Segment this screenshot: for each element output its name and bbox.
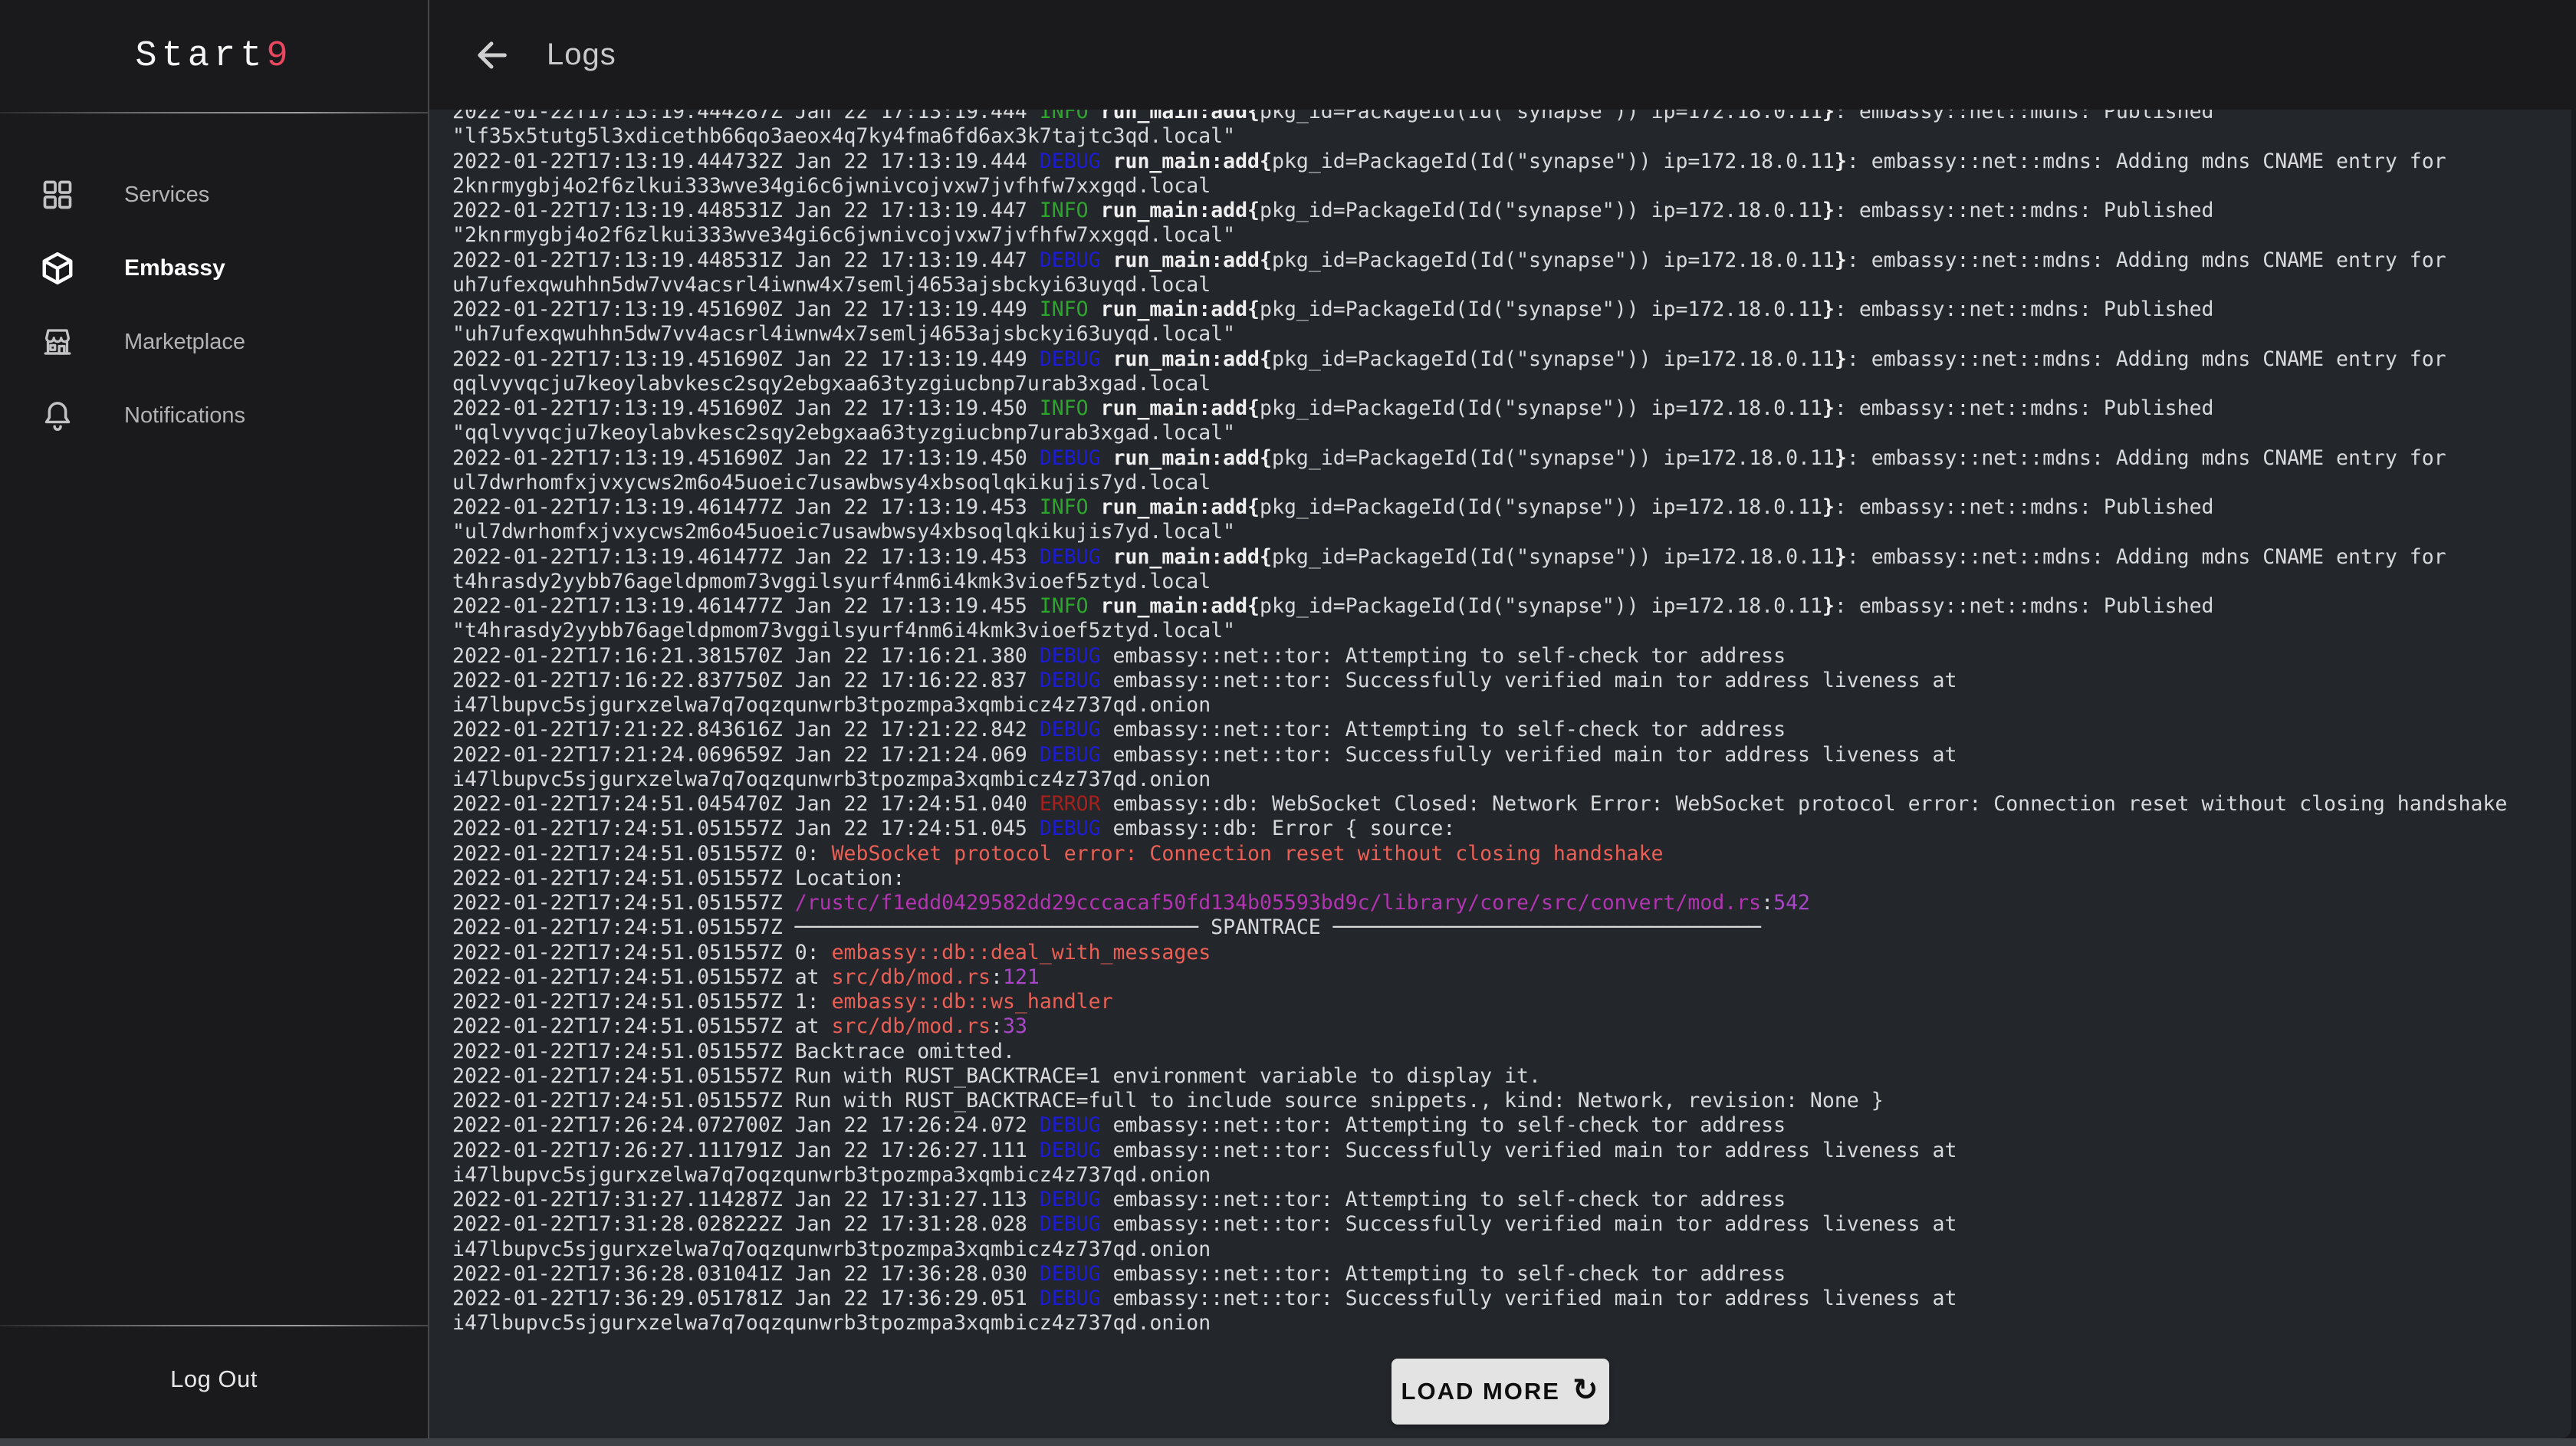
sidebar-item-label: Notifications: [124, 403, 245, 429]
main-content: Logs 2022-01-22T17:13:19.444287Z Jan 22 …: [429, 0, 2576, 1438]
log-line: 2022-01-22T17:13:19.451690Z Jan 22 17:13…: [452, 347, 2561, 372]
sidebar: Start9 Services: [0, 0, 429, 1438]
log-line: 2022-01-22T17:24:51.051557Z at src/db/mo…: [452, 965, 2561, 990]
log-line: 2022-01-22T17:24:51.051557Z Jan 22 17:24…: [452, 817, 2561, 841]
log-line: 2022-01-22T17:24:51.051557Z ────────────…: [452, 915, 2561, 940]
grid-icon: [40, 177, 75, 212]
log-line: 2022-01-22T17:24:51.051557Z Backtrace om…: [452, 1040, 2561, 1064]
log-line: 2022-01-22T17:13:19.451690Z Jan 22 17:13…: [452, 396, 2561, 421]
log-line: 2022-01-22T17:24:51.051557Z 0: embassy::…: [452, 941, 2561, 965]
refresh-icon: ↻: [1572, 1375, 1600, 1405]
brand-logo[interactable]: Start9: [0, 0, 428, 112]
sidebar-item-label: Marketplace: [124, 330, 245, 355]
load-more-button[interactable]: LOAD MORE ↻: [1392, 1359, 1609, 1425]
sidebar-item-label: Services: [124, 182, 209, 208]
log-line: 2022-01-22T17:21:22.843616Z Jan 22 17:21…: [452, 718, 2561, 742]
log-line: "uh7ufexqwuhhn5dw7vv4acsrl4iwnw4x7semlj4…: [452, 322, 2561, 347]
log-line: 2022-01-22T17:21:24.069659Z Jan 22 17:21…: [452, 743, 2561, 767]
back-button[interactable]: [472, 35, 511, 75]
log-line: "t4hrasdy2yybb76ageldpmom73vggilsyurf4nm…: [452, 619, 2561, 643]
log-line: 2022-01-22T17:13:19.444287Z Jan 22 17:13…: [452, 110, 2561, 124]
page-header: Logs: [429, 0, 2576, 110]
log-line: 2knrmygbj4o2f6zlkui333wve34gi6c6jwnivcoj…: [452, 174, 2561, 199]
bottom-scrollbar[interactable]: [0, 1438, 2576, 1446]
log-line: "2knrmygbj4o2f6zlkui333wve34gi6c6jwnivco…: [452, 223, 2561, 248]
log-line: 2022-01-22T17:13:19.448531Z Jan 22 17:13…: [452, 248, 2561, 273]
log-output: 2022-01-22T17:13:19.444287Z Jan 22 17:13…: [452, 110, 2561, 1336]
log-line: 2022-01-22T17:24:51.051557Z at src/db/mo…: [452, 1014, 2561, 1039]
log-line: t4hrasdy2yybb76ageldpmom73vggilsyurf4nm6…: [452, 570, 2561, 594]
log-line: "ul7dwrhomfxjvxycws2m6o45uoeic7usawbwsy4…: [452, 520, 2561, 544]
page-title: Logs: [547, 38, 616, 72]
log-line: 2022-01-22T17:36:29.051781Z Jan 22 17:36…: [452, 1287, 2561, 1311]
log-line: 2022-01-22T17:24:51.051557Z 0: WebSocket…: [452, 842, 2561, 866]
sidebar-item-notifications[interactable]: Notifications: [0, 379, 428, 452]
sidebar-item-services[interactable]: Services: [0, 158, 428, 232]
log-line: 2022-01-22T17:13:19.448531Z Jan 22 17:13…: [452, 199, 2561, 223]
log-line: 2022-01-22T17:13:19.444732Z Jan 22 17:13…: [452, 150, 2561, 174]
log-line: 2022-01-22T17:26:24.072700Z Jan 22 17:26…: [452, 1113, 2561, 1138]
sidebar-menu: Services Embassy: [0, 113, 428, 452]
log-line: 2022-01-22T17:31:28.028222Z Jan 22 17:31…: [452, 1212, 2561, 1237]
brand-name: Start: [135, 36, 266, 77]
log-panel[interactable]: 2022-01-22T17:13:19.444287Z Jan 22 17:13…: [429, 110, 2571, 1438]
storefront-icon: [40, 324, 75, 360]
sidebar-item-label: Embassy: [124, 255, 225, 281]
log-line: 2022-01-22T17:24:51.051557Z Run with RUS…: [452, 1064, 2561, 1089]
cube-icon: [40, 251, 75, 286]
log-line: 2022-01-22T17:16:21.381570Z Jan 22 17:16…: [452, 644, 2561, 669]
log-line: 2022-01-22T17:13:19.461477Z Jan 22 17:13…: [452, 545, 2561, 570]
sidebar-footer: Log Out: [0, 1325, 428, 1432]
log-line: i47lbupvc5sjgurxzelwa7q7oqzqunwrb3tpozmp…: [452, 1163, 2561, 1188]
log-line: "lf35x5tutg5l3xdicethb66qo3aeox4q7ky4fma…: [452, 124, 2561, 149]
load-more-label: LOAD MORE: [1401, 1378, 1560, 1405]
log-line: 2022-01-22T17:13:19.451690Z Jan 22 17:13…: [452, 297, 2561, 322]
log-line: 2022-01-22T17:13:19.461477Z Jan 22 17:13…: [452, 594, 2561, 619]
log-line: i47lbupvc5sjgurxzelwa7q7oqzqunwrb3tpozmp…: [452, 1237, 2561, 1262]
log-line: 2022-01-22T17:26:27.111791Z Jan 22 17:26…: [452, 1139, 2561, 1163]
log-line: 2022-01-22T17:31:27.114287Z Jan 22 17:31…: [452, 1188, 2561, 1212]
log-line: 2022-01-22T17:24:51.051557Z /rustc/f1edd…: [452, 891, 2561, 915]
log-line: i47lbupvc5sjgurxzelwa7q7oqzqunwrb3tpozmp…: [452, 1311, 2561, 1336]
log-line: i47lbupvc5sjgurxzelwa7q7oqzqunwrb3tpozmp…: [452, 767, 2561, 792]
sidebar-item-marketplace[interactable]: Marketplace: [0, 305, 428, 379]
log-line: ul7dwrhomfxjvxycws2m6o45uoeic7usawbwsy4x…: [452, 471, 2561, 495]
log-line: "qqlvyvqcju7keoylabvkesc2sqy2ebgxaa63tyz…: [452, 421, 2561, 445]
app-root: Start9 Services: [0, 0, 2576, 1446]
log-line: 2022-01-22T17:13:19.461477Z Jan 22 17:13…: [452, 495, 2561, 520]
log-line: uh7ufexqwuhhn5dw7vv4acsrl4iwnw4x7semlj46…: [452, 273, 2561, 297]
log-line: 2022-01-22T17:24:51.051557Z Run with RUS…: [452, 1089, 2561, 1113]
bell-icon: [40, 398, 75, 433]
log-line: 2022-01-22T17:16:22.837750Z Jan 22 17:16…: [452, 669, 2561, 693]
arrow-left-icon: [472, 35, 511, 75]
log-line: 2022-01-22T17:24:51.051557Z Location:: [452, 866, 2561, 891]
log-line: i47lbupvc5sjgurxzelwa7q7oqzqunwrb3tpozmp…: [452, 693, 2561, 718]
logout-button[interactable]: Log Out: [0, 1326, 428, 1432]
log-line: 2022-01-22T17:24:51.051557Z 1: embassy::…: [452, 990, 2561, 1014]
log-line: qqlvyvqcju7keoylabvkesc2sqy2ebgxaa63tyzg…: [452, 372, 2561, 396]
log-line: 2022-01-22T17:36:28.031041Z Jan 22 17:36…: [452, 1262, 2561, 1287]
sidebar-item-embassy[interactable]: Embassy: [0, 232, 428, 305]
brand-accent: 9: [266, 36, 292, 77]
log-line: 2022-01-22T17:13:19.451690Z Jan 22 17:13…: [452, 446, 2561, 471]
log-line: 2022-01-22T17:24:51.045470Z Jan 22 17:24…: [452, 792, 2561, 817]
